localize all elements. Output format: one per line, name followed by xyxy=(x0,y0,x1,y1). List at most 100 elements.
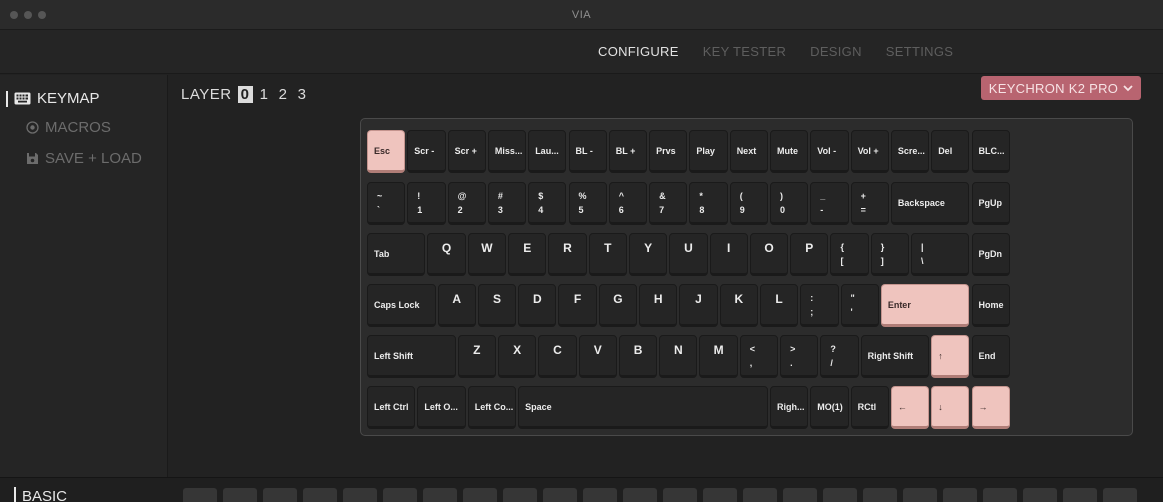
palette-keycode[interactable] xyxy=(1023,488,1057,502)
key-p[interactable]: P xyxy=(790,233,829,276)
key-h[interactable]: H xyxy=(639,284,678,327)
palette-keycode[interactable] xyxy=(1063,488,1097,502)
key-l[interactable]: L xyxy=(759,284,799,327)
key-n[interactable]: N xyxy=(659,335,698,378)
key-4[interactable]: $4 xyxy=(528,182,567,225)
palette-keycode[interactable] xyxy=(383,488,417,502)
key-vol[interactable]: Vol + xyxy=(850,130,889,173)
palette-keycode[interactable] xyxy=(263,488,297,502)
key-symbol[interactable]: ? / xyxy=(820,335,859,378)
key-5[interactable]: % 5 xyxy=(568,182,607,225)
palette-keycode[interactable] xyxy=(743,488,777,502)
key-t[interactable]: T xyxy=(588,233,627,276)
key-q[interactable]: Q xyxy=(427,233,466,276)
sidebar-item-keymap[interactable]: KEYMAP xyxy=(6,90,100,107)
key-symbol[interactable]: _ - xyxy=(810,182,849,225)
palette-keycode[interactable] xyxy=(423,488,457,502)
key-e[interactable]: E xyxy=(508,233,547,276)
tab-settings[interactable]: SETTINGS xyxy=(886,44,953,59)
key-s[interactable]: S xyxy=(477,284,517,327)
key-next[interactable]: Next xyxy=(729,130,768,173)
palette-keycode[interactable] xyxy=(543,488,577,502)
key-enter[interactable]: Enter xyxy=(880,284,970,327)
palette-keycode[interactable] xyxy=(303,488,337,502)
key-right-shift[interactable]: Right Shift xyxy=(860,335,930,378)
key-symbol[interactable]: {[ xyxy=(830,233,869,276)
key-mo-1[interactable]: MO(1) xyxy=(810,386,849,429)
tab-key-tester[interactable]: KEY TESTER xyxy=(703,44,786,59)
key-z[interactable]: Z xyxy=(457,335,496,378)
key-miss[interactable]: Miss... xyxy=(487,130,527,173)
key-3[interactable]: #3 xyxy=(487,182,527,225)
key-prvs[interactable]: Prvs xyxy=(649,130,688,173)
key-lau[interactable]: Lau... xyxy=(528,130,567,173)
sidebar-item-save-load[interactable]: SAVE + LOAD xyxy=(26,150,142,167)
key-scr[interactable]: Scr - xyxy=(407,130,446,173)
key-symbol[interactable]: }] xyxy=(870,233,910,276)
key-f[interactable]: F xyxy=(558,284,597,327)
palette-section-basic[interactable]: BASIC xyxy=(14,487,67,502)
palette-keycode[interactable] xyxy=(863,488,897,502)
sidebar-item-macros[interactable]: MACROS xyxy=(26,119,111,136)
key-tab[interactable]: Tab xyxy=(367,233,426,276)
key-c[interactable]: C xyxy=(538,335,577,378)
key-m[interactable]: M xyxy=(699,335,738,378)
layer-option-3[interactable]: 3 xyxy=(295,86,310,103)
key-blc[interactable]: BLC... xyxy=(971,130,1010,173)
key-g[interactable]: G xyxy=(598,284,638,327)
key-1[interactable]: ! 1 xyxy=(407,182,446,225)
keyboard-select[interactable]: KEYCHRON K2 PRO xyxy=(981,76,1141,100)
palette-keycode[interactable] xyxy=(183,488,217,502)
key-left-ctrl[interactable]: Left Ctrl xyxy=(367,386,416,429)
key-b[interactable]: B xyxy=(618,335,658,378)
palette-keycode[interactable] xyxy=(783,488,817,502)
key-w[interactable]: W xyxy=(467,233,507,276)
key-symbol[interactable]: " ' xyxy=(840,284,879,327)
palette-keycode[interactable] xyxy=(823,488,857,502)
key-pgdn[interactable]: PgDn xyxy=(971,233,1010,276)
key-2[interactable]: @2 xyxy=(447,182,486,225)
tab-design[interactable]: DESIGN xyxy=(810,44,862,59)
tab-configure[interactable]: CONFIGURE xyxy=(598,44,679,59)
key-down[interactable]: ↓ xyxy=(931,386,970,429)
key-backspace[interactable]: Backspace xyxy=(890,182,970,225)
key-i[interactable]: I xyxy=(709,233,748,276)
key-symbol[interactable]: >. xyxy=(780,335,819,378)
palette-keycode[interactable] xyxy=(663,488,697,502)
key-7[interactable]: & 7 xyxy=(649,182,688,225)
palette-keycode[interactable] xyxy=(703,488,737,502)
key-symbol[interactable]: <, xyxy=(739,335,779,378)
key-scre[interactable]: Scre... xyxy=(890,130,930,173)
key-del[interactable]: Del xyxy=(931,130,970,173)
key-righ[interactable]: Righ... xyxy=(770,386,809,429)
palette-keycode[interactable] xyxy=(983,488,1017,502)
key-y[interactable]: Y xyxy=(628,233,668,276)
palette-keycode[interactable] xyxy=(463,488,497,502)
key-mute[interactable]: Mute xyxy=(770,130,809,173)
key-left-co[interactable]: Left Co... xyxy=(467,386,517,429)
palette-keycode[interactable] xyxy=(503,488,537,502)
key-v[interactable]: V xyxy=(578,335,617,378)
palette-keycode[interactable] xyxy=(1103,488,1137,502)
key-r[interactable]: R xyxy=(548,233,587,276)
key-left-shift[interactable]: Left Shift xyxy=(367,335,456,378)
key-x[interactable]: X xyxy=(497,335,537,378)
key-left[interactable]: ← xyxy=(890,386,930,429)
key-symbol[interactable]: ~ ` xyxy=(367,182,406,225)
key-u[interactable]: U xyxy=(669,233,708,276)
key-o[interactable]: O xyxy=(749,233,789,276)
key-symbol[interactable]: :; xyxy=(800,284,839,327)
palette-keycode[interactable] xyxy=(343,488,377,502)
key-play[interactable]: Play xyxy=(689,130,728,173)
key-0[interactable]: ) 0 xyxy=(770,182,809,225)
key-right[interactable]: → xyxy=(971,386,1010,429)
key-left-o[interactable]: Left O... xyxy=(417,386,466,429)
palette-keycode[interactable] xyxy=(943,488,977,502)
key-8[interactable]: * 8 xyxy=(689,182,728,225)
key-a[interactable]: A xyxy=(437,284,476,327)
key-esc[interactable]: Esc xyxy=(367,130,406,173)
key-end[interactable]: End xyxy=(971,335,1010,378)
layer-option-2[interactable]: 2 xyxy=(276,86,291,103)
palette-keycode[interactable] xyxy=(623,488,657,502)
key-vol[interactable]: Vol - xyxy=(810,130,849,173)
